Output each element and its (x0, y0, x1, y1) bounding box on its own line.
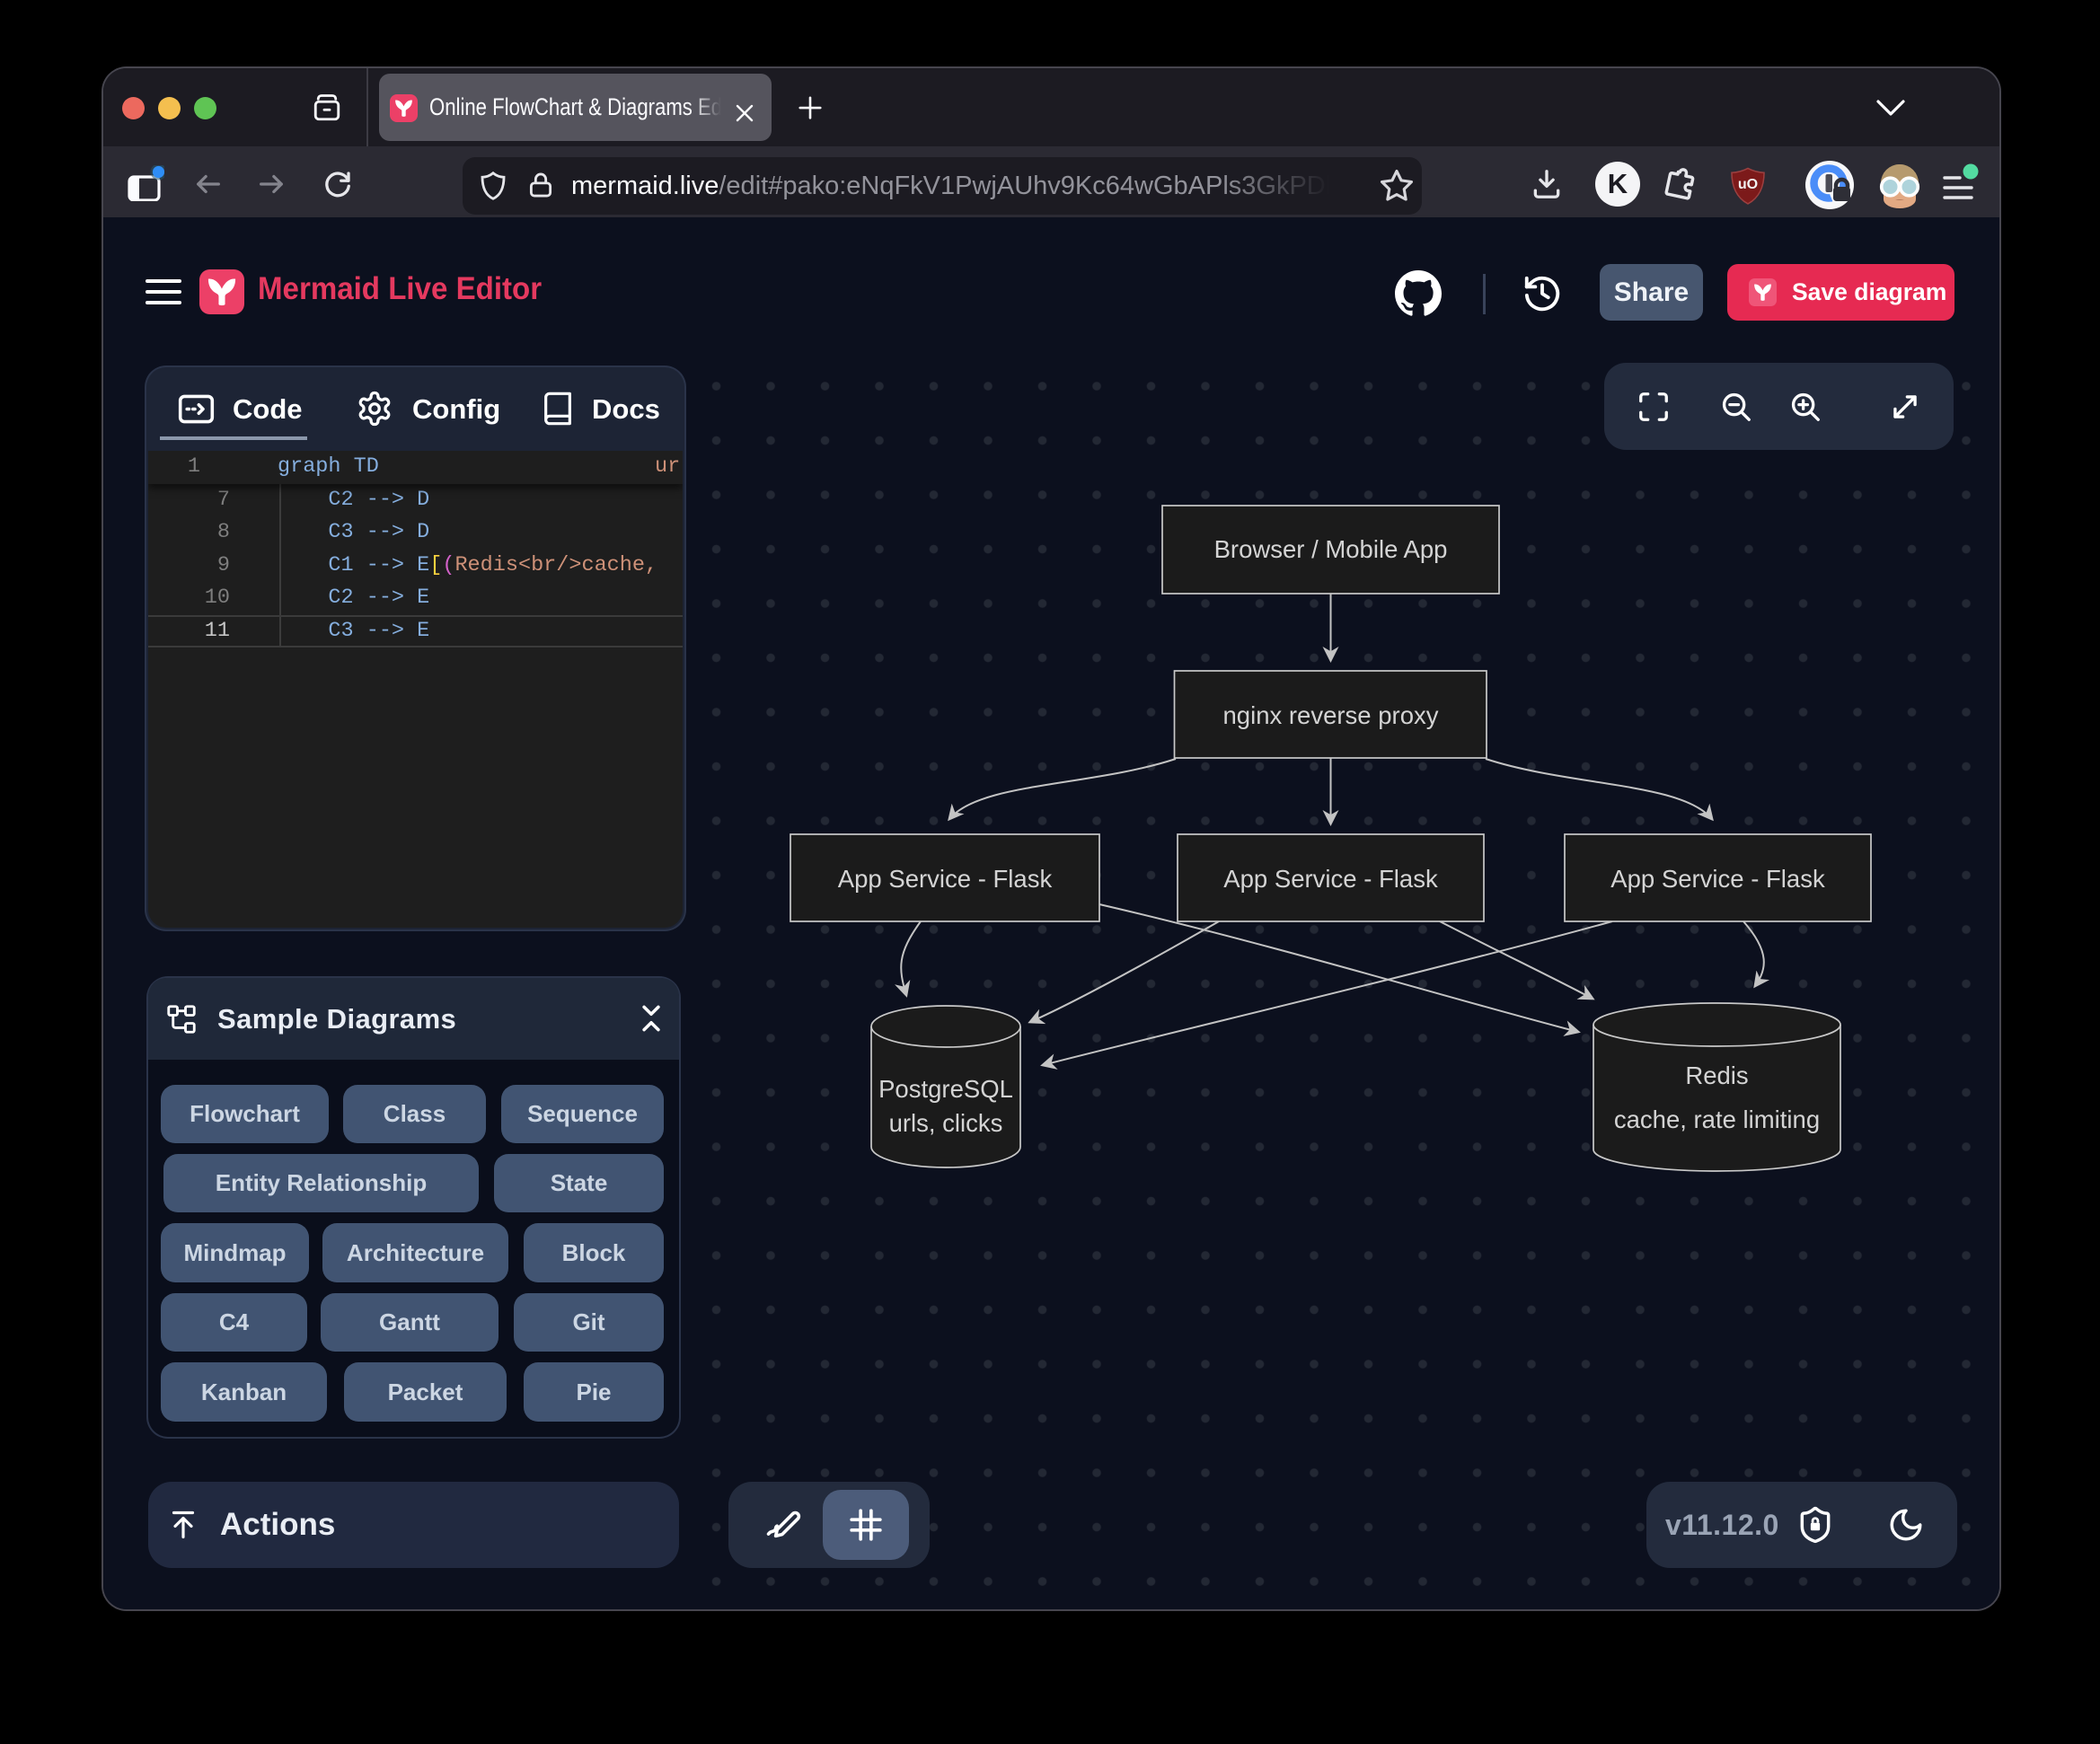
svg-text:PostgreSQL: PostgreSQL (878, 1075, 1013, 1103)
svg-text:Browser / Mobile App: Browser / Mobile App (1214, 535, 1448, 563)
svg-text:uO: uO (1738, 176, 1758, 192)
svg-text:nginx reverse proxy: nginx reverse proxy (1223, 701, 1439, 729)
svg-text:App Service - Flask: App Service - Flask (838, 865, 1053, 893)
svg-text:App Service - Flask: App Service - Flask (1610, 865, 1825, 893)
svg-text:App Service - Flask: App Service - Flask (1223, 865, 1438, 893)
svg-text:cache, rate limiting: cache, rate limiting (1614, 1105, 1820, 1133)
svg-text:urls, clicks: urls, clicks (889, 1109, 1003, 1137)
svg-text:Redis: Redis (1685, 1061, 1748, 1089)
